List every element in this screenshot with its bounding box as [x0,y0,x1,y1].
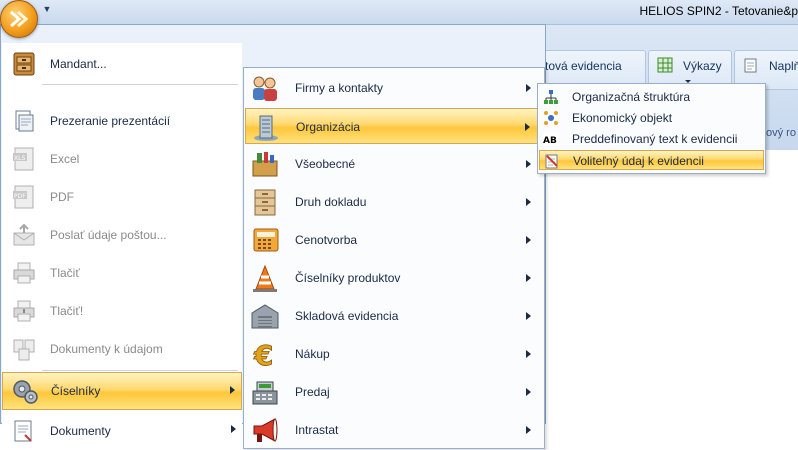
quick-print-icon [13,300,35,322]
toolbox-icon [252,152,278,177]
filing-cabinet-icon [254,189,276,216]
fill-document-icon [744,58,757,73]
submenu-item-nakup[interactable]: € Nákup [245,336,543,372]
menu-item-dokumenty[interactable]: Dokumenty [2,412,242,450]
submenu-arrow-icon [526,312,531,320]
contacts-people-icon [253,76,277,101]
optional-data-icon [545,154,558,169]
org-structure-icon [544,90,558,104]
submenu-item-vseobecne[interactable]: Všeobecné [245,146,543,182]
submenu-item-predaj[interactable]: Predaj [245,374,543,410]
submenu-arrow-icon [231,425,236,433]
submenu-arrow-icon [526,198,531,206]
submenu-item-preddefinovany-text[interactable]: AB Preddefinovaný text k evidencii [539,129,764,149]
menu-item-tlacit[interactable]: Tlačiť [2,254,242,292]
submenu-arrow-icon [526,388,531,396]
menu-item-dokumenty-k-udajom[interactable]: Dokumenty k údajom [2,330,242,368]
report-grid-icon [657,57,673,73]
submenu-item-organizacia[interactable]: Organizácia [245,108,543,144]
submenu-arrow-icon [526,350,531,358]
submenu-item-intrastat[interactable]: Intrastat [245,412,543,448]
submenu-item-cenotvorba[interactable]: Cenotvorba [245,222,543,258]
application-menu: Mandant... Prezeranie prezentácií XLS Ex… [0,24,546,449]
menu-item-tlacit-quick[interactable]: Tlačiť! [2,292,242,330]
menu-separator [42,370,238,371]
menu-item-pdf[interactable]: PDF PDF [2,178,242,216]
predefined-text-icon: AB [543,132,559,146]
menu-separator [42,84,238,85]
submenu-item-firmy-a-kontakty[interactable]: Firmy a kontakty [245,70,543,106]
submenu-item-organizacna-struktura[interactable]: Organizačná štruktúra [539,87,764,107]
submenu-arrow-icon [526,84,531,92]
megaphone-icon [253,418,278,442]
svg-text:XLS: XLS [14,155,25,162]
submenu-arrow-icon [526,160,531,168]
printer-icon [13,262,35,284]
traffic-cone-icon [253,264,277,292]
submenu-item-ekonomicky-objekt[interactable]: Ekonomický objekt [539,108,764,128]
application-button[interactable] [0,0,38,38]
calculator-icon [253,228,279,252]
submenu-arrow-icon [526,426,531,434]
submenu-arrow-icon [526,236,531,244]
warehouse-icon [251,304,279,329]
title-bar: ▼ HELIOS SPIN2 - Tetovanie&p [0,0,798,25]
submenu-item-ciselniky-produktov[interactable]: Číselníky produktov [245,260,543,296]
cash-register-icon [252,381,278,405]
svg-text:PDF: PDF [14,193,26,200]
submenu-arrow-icon [526,274,531,282]
app-logo-icon [10,10,29,28]
menu-item-excel[interactable]: XLS Excel [2,140,242,178]
xls-file-icon: XLS [13,147,34,171]
submenu-arrow-icon [525,123,530,131]
menu-item-ciselniky[interactable]: Číselníky [2,372,242,410]
window-title: HELIOS SPIN2 - Tetovanie&p [639,4,798,18]
submenu-item-volitelny-udaj[interactable]: Voliteľný údaj k evidencii [539,150,764,170]
gears-icon [13,380,38,404]
submenu-arrow-icon [230,386,235,394]
send-mail-icon [13,223,35,246]
menu-item-poslat-postou[interactable]: Poslať údaje poštou... [2,216,242,254]
menu-item-prezeranie[interactable]: Prezeranie prezentácií [2,102,242,140]
content-area [540,150,798,424]
ciselniky-submenu: Firmy a kontakty Organizácia Všeobecné D… [243,67,545,449]
euro-icon: € [253,339,274,369]
quick-access-dropdown-icon[interactable]: ▼ [42,4,52,14]
ribbon-group-label: ový ro [766,127,796,139]
presentation-viewer-icon [15,110,34,132]
svg-text:€: € [253,339,273,369]
menu-item-mandant[interactable]: Mandant... [2,45,242,83]
svg-text:AB: AB [543,136,557,146]
app-menu-left-pane: Mandant... Prezeranie prezentácií XLS Ex… [2,43,242,442]
submenu-item-skladova-evidencia[interactable]: Skladová evidencia [245,298,543,334]
economic-object-icon [544,111,558,125]
organization-building-icon [254,115,278,141]
pdf-file-icon: PDF [13,185,34,209]
documents-icon [13,339,35,361]
drawer-cabinet-icon [13,52,35,76]
document-stack-icon [14,420,32,442]
submenu-item-druh-dokladu[interactable]: Druh dokladu [245,184,543,220]
organizacia-submenu: Organizačná štruktúra Ekonomický objekt … [537,83,766,174]
